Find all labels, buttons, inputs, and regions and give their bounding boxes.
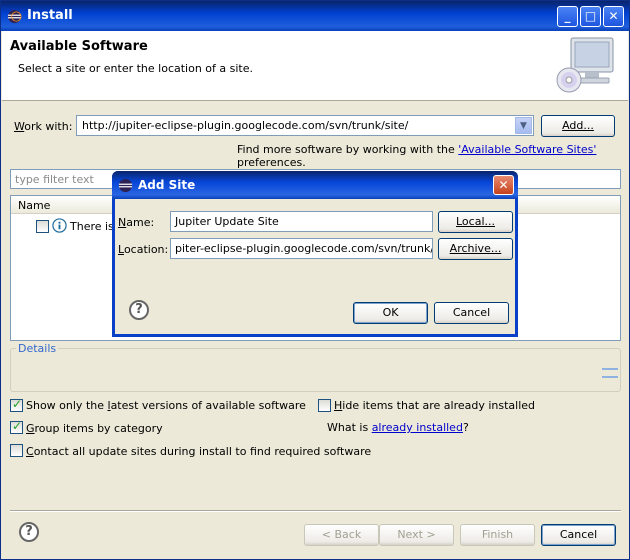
resize-handle-icon[interactable] (602, 368, 618, 378)
ok-button[interactable]: OK (353, 302, 428, 324)
page-title: Available Software (10, 39, 148, 54)
tree-row-text: There is (70, 220, 114, 233)
dialog-help-icon[interactable]: ? (129, 300, 149, 320)
add-button[interactable]: Add... (541, 115, 615, 137)
back-button[interactable]: < Back (304, 524, 379, 546)
find-more-text: Find more software by working with the '… (237, 143, 597, 169)
work-with-value: http://jupiter-eclipse-plugin.googlecode… (82, 119, 409, 132)
help-icon[interactable]: ? (19, 522, 39, 542)
install-window: Install _ □ ✕ Available Software Select … (0, 0, 630, 560)
maximize-button[interactable]: □ (580, 6, 601, 27)
hide-installed-label[interactable]: Hide items that are already installed (334, 399, 535, 412)
cancel-button[interactable]: Cancel (541, 524, 616, 546)
page-subtitle: Select a site or enter the location of a… (18, 62, 254, 75)
work-with-combo[interactable]: http://jupiter-eclipse-plugin.googlecode… (76, 115, 534, 136)
minimize-button[interactable]: _ (557, 6, 578, 27)
footer-separator (10, 510, 621, 512)
dialog-title-bar[interactable]: Add Site ✕ (112, 171, 518, 199)
contact-sites-checkbox[interactable] (10, 444, 23, 457)
tree-row-checkbox[interactable] (36, 220, 49, 233)
details-legend: Details (16, 342, 59, 355)
latest-versions-checkbox[interactable] (10, 397, 23, 412)
dialog-cancel-button[interactable]: Cancel (434, 302, 509, 324)
info-icon (52, 218, 67, 233)
already-installed-link[interactable]: already installed (372, 421, 463, 434)
local-button[interactable]: Local... (438, 211, 513, 233)
finish-button[interactable]: Finish (460, 524, 535, 546)
contact-sites-label[interactable]: Contact all update sites during install … (26, 445, 371, 458)
dialog-close-button[interactable]: ✕ (493, 175, 514, 195)
monitor-cd-icon (556, 37, 614, 93)
available-sites-link[interactable]: 'Available Software Sites' (458, 143, 596, 156)
eclipse-icon (7, 9, 22, 24)
hide-installed-checkbox[interactable] (318, 399, 331, 412)
group-by-category-label[interactable]: Group items by category (26, 422, 163, 435)
details-group: Details (10, 342, 621, 392)
chevron-down-icon[interactable]: ▼ (515, 117, 532, 134)
archive-button[interactable]: Archive... (438, 238, 513, 260)
name-label: Name: (118, 216, 155, 229)
location-input[interactable]: piter-eclipse-plugin.googlecode.com/svn/… (170, 238, 433, 259)
name-input[interactable]: Jupiter Update Site (170, 211, 433, 232)
already-installed-text: What is already installed? (327, 421, 469, 434)
wizard-banner: Available Software Select a site or ente… (2, 31, 628, 101)
dialog-title: Add Site (138, 178, 196, 192)
next-button[interactable]: Next > (379, 524, 454, 546)
eclipse-icon (118, 178, 133, 193)
location-label: Location: (118, 243, 169, 256)
work-with-label: Work with: (14, 120, 73, 133)
close-button[interactable]: ✕ (603, 6, 624, 27)
title-bar[interactable]: Install _ □ ✕ (1, 1, 629, 31)
add-site-dialog: Add Site ✕ Name: Jupiter Update Site Loc… (112, 171, 518, 337)
window-title: Install (27, 8, 73, 23)
latest-versions-label[interactable]: Show only the latest versions of availab… (26, 399, 306, 412)
group-by-category-checkbox[interactable] (10, 419, 23, 434)
